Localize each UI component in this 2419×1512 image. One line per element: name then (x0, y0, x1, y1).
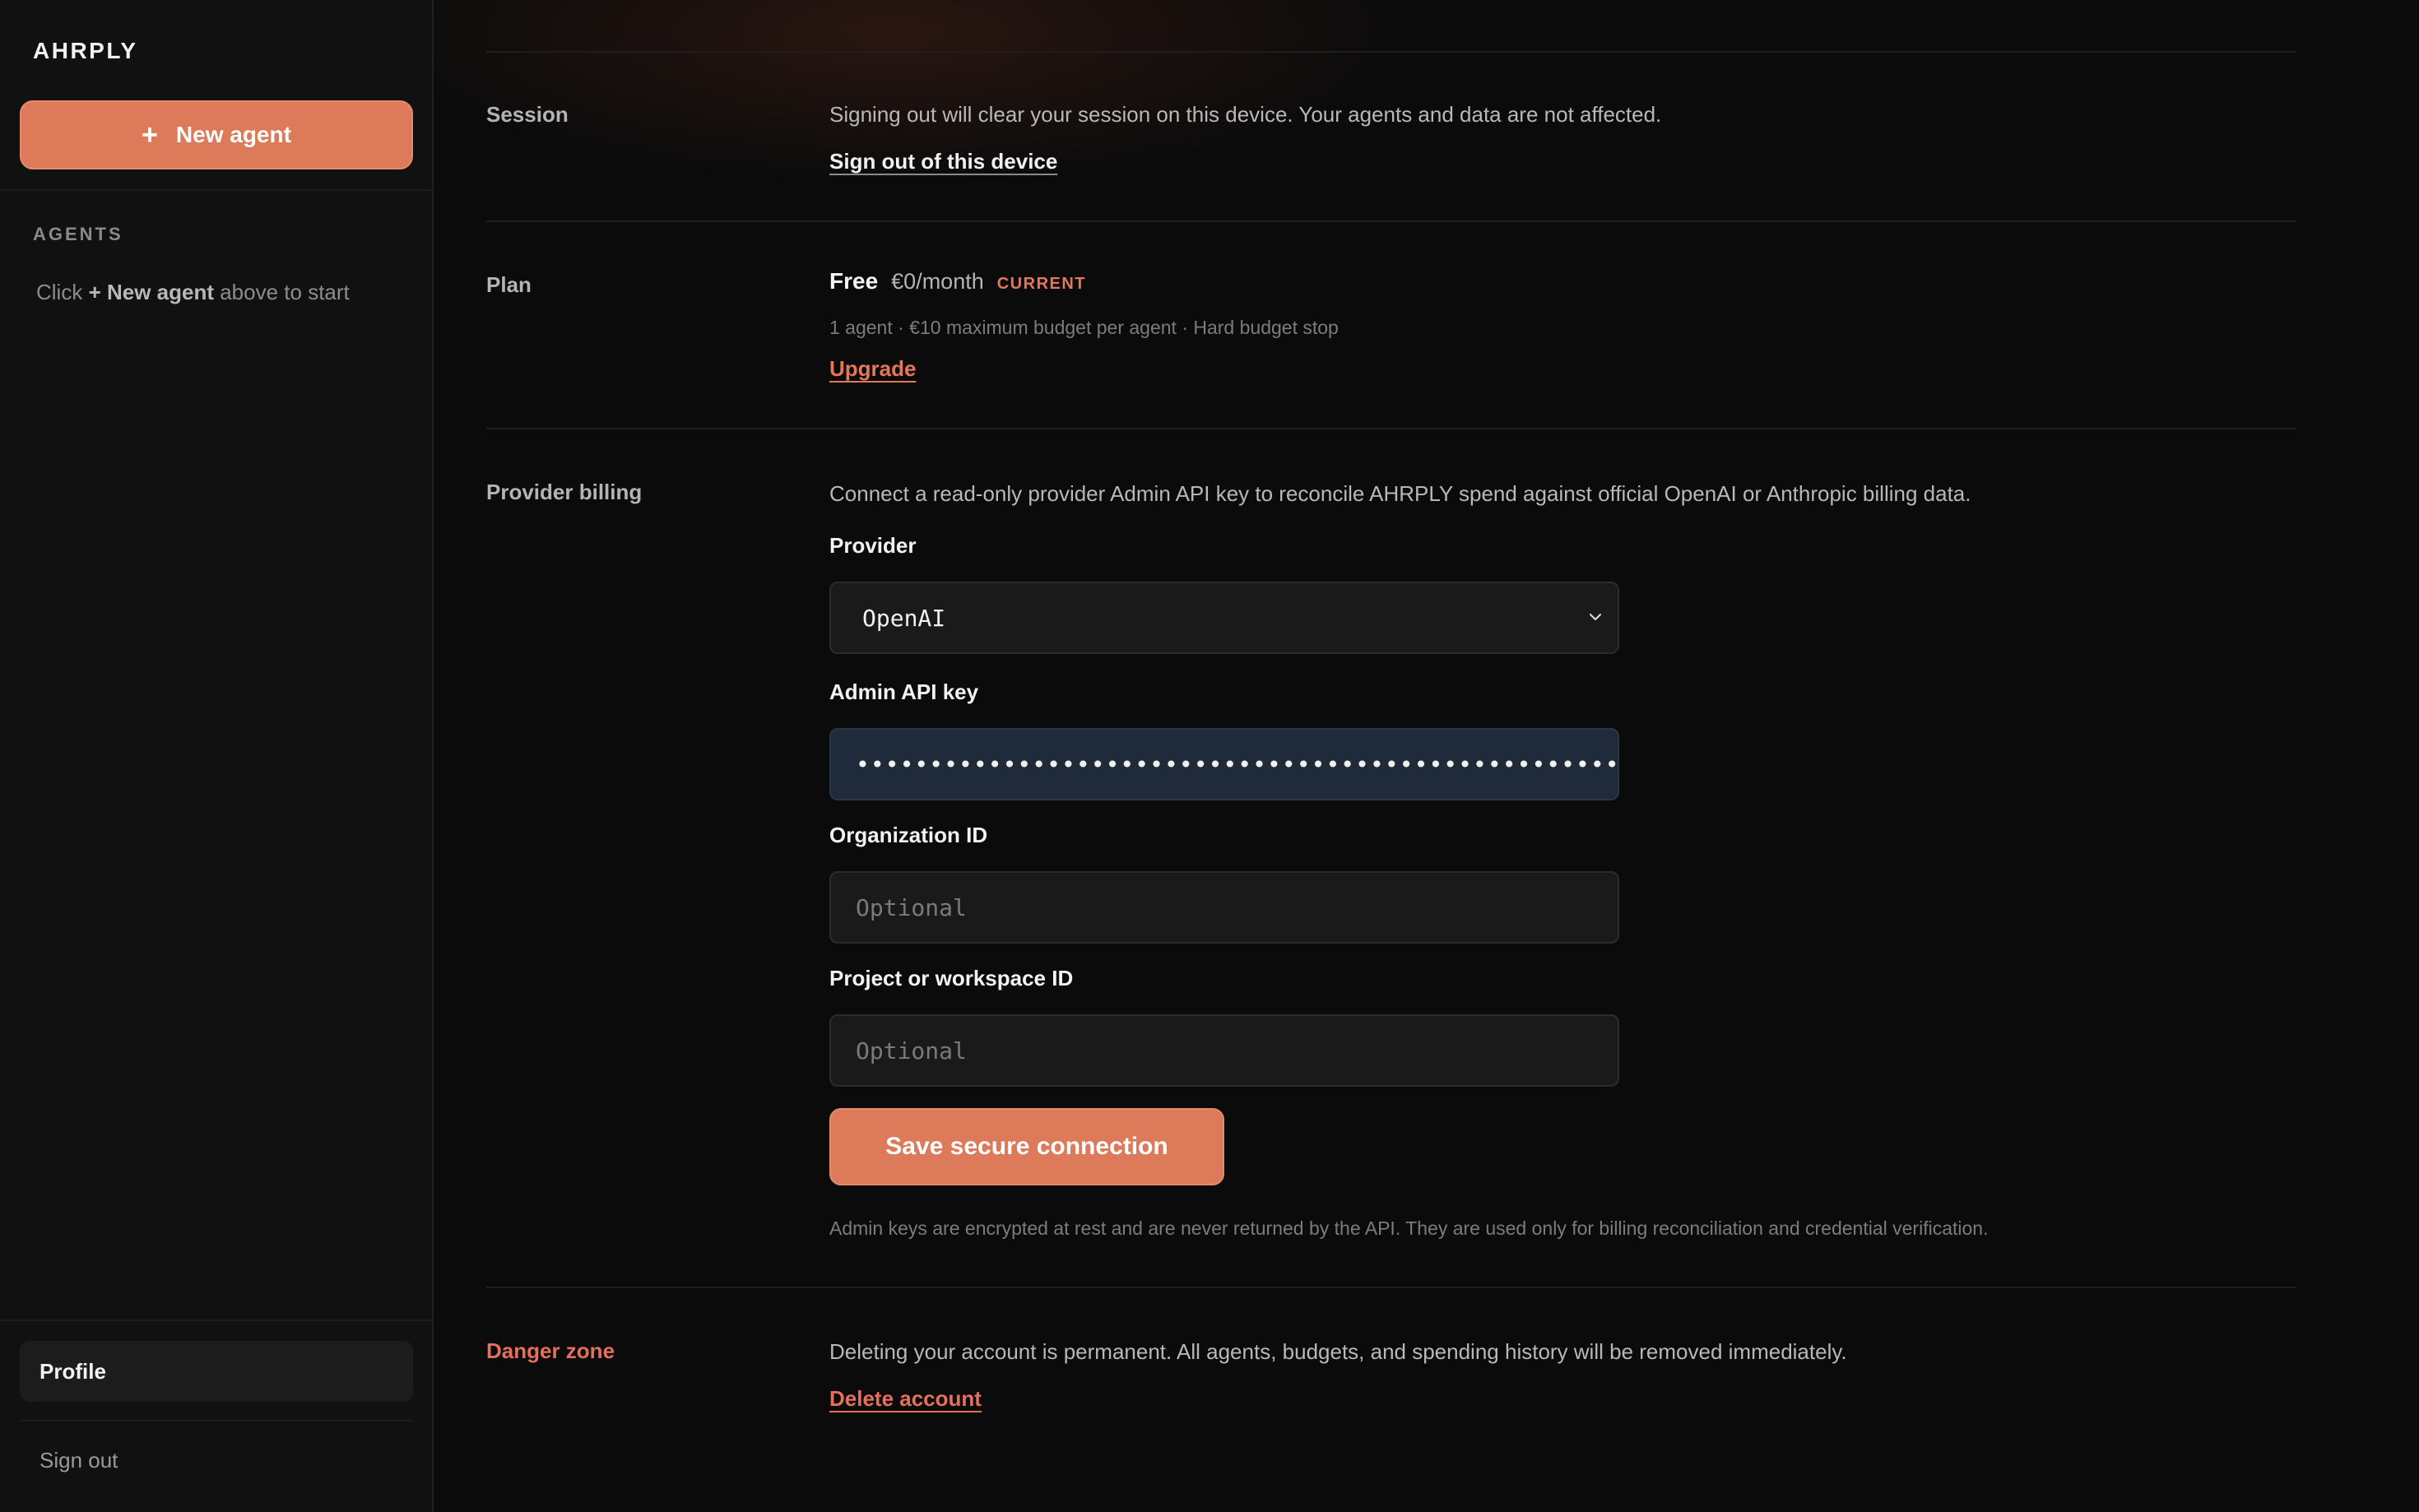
plan-label: Plan (486, 272, 532, 297)
new-agent-button[interactable]: + New agent (20, 100, 413, 169)
agents-empty-bold: + New agent (88, 280, 214, 304)
project-id-placeholder: Optional (856, 1037, 967, 1064)
agents-empty-suffix: above to start (214, 280, 350, 304)
sidebar-divider (0, 1320, 432, 1321)
section-divider (486, 428, 2296, 429)
sidebar-divider (20, 1420, 413, 1422)
project-id-label: Project or workspace ID (829, 966, 1074, 990)
provider-billing-label: Provider billing (486, 480, 643, 504)
agents-empty-state: Click + New agent above to start (36, 280, 350, 305)
section-divider (486, 51, 2296, 53)
sidebar-item-profile[interactable]: Profile (20, 1341, 413, 1402)
danger-zone-description: Deleting your account is permanent. All … (829, 1339, 1847, 1364)
plan-details: 1 agent · €10 maximum budget per agent ·… (829, 317, 1339, 338)
project-id-input[interactable]: Optional (829, 1014, 1619, 1087)
agents-empty-prefix: Click (36, 280, 89, 304)
danger-zone-label: Danger zone (486, 1338, 615, 1363)
sidebar-divider (0, 189, 432, 191)
plan-summary: Free €0/month CURRENT (829, 268, 1086, 295)
upgrade-link[interactable]: Upgrade (829, 356, 916, 382)
section-divider (486, 1287, 2296, 1288)
api-key-masked-value: ••••••••••••••••••••••••••••••••••••••••… (856, 750, 1619, 778)
plan-price: €0/month (891, 269, 984, 294)
session-description: Signing out will clear your session on t… (829, 102, 1662, 127)
sidebar-item-sign-out[interactable]: Sign out (20, 1431, 413, 1489)
settings-main: Session Signing out will clear your sess… (434, 0, 2419, 1512)
new-agent-label: New agent (175, 122, 291, 147)
provider-select-value: OpenAI (862, 604, 946, 632)
provider-label: Provider (829, 533, 917, 558)
sign-out-device-link[interactable]: Sign out of this device (829, 149, 1057, 174)
section-divider (486, 220, 2296, 222)
admin-keys-note: Admin keys are encrypted at rest and are… (829, 1217, 1989, 1239)
session-label: Session (486, 102, 569, 127)
agents-heading: AGENTS (33, 224, 123, 244)
provider-billing-description: Connect a read-only provider Admin API k… (829, 481, 1971, 506)
save-connection-button[interactable]: Save secure connection (829, 1108, 1224, 1185)
provider-select[interactable]: OpenAI (829, 582, 1619, 654)
chevron-down-icon (1589, 613, 1602, 621)
brand-logo: AHRPLY (33, 38, 138, 63)
organization-id-label: Organization ID (829, 823, 988, 847)
plan-name: Free (829, 268, 879, 294)
organization-id-placeholder: Optional (856, 893, 967, 921)
organization-id-input[interactable]: Optional (829, 871, 1619, 944)
sidebar: AHRPLY + New agent AGENTS Click + New ag… (0, 0, 434, 1512)
delete-account-link[interactable]: Delete account (829, 1386, 982, 1412)
current-plan-badge: CURRENT (996, 275, 1087, 293)
plus-icon: + (142, 119, 158, 151)
api-key-label: Admin API key (829, 679, 979, 704)
admin-api-key-input[interactable]: ••••••••••••••••••••••••••••••••••••••••… (829, 728, 1619, 800)
